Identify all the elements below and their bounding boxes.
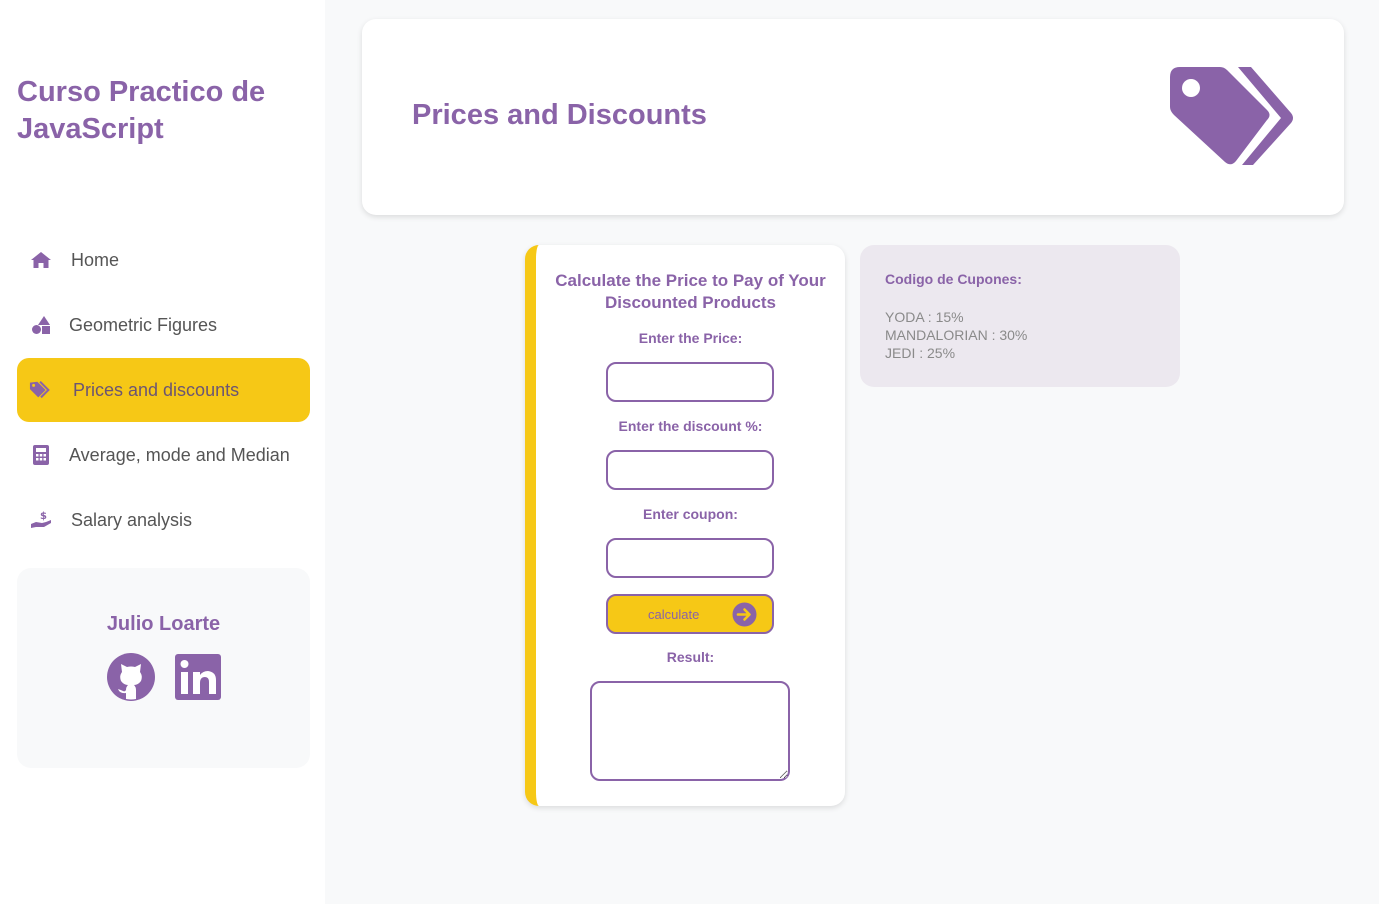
coupon-input[interactable] [606,538,774,578]
nav-item-label: Home [71,249,120,270]
coupon-list: YODA : 15% MANDALORIAN : 30% JEDI : 25% [885,308,1027,362]
result-label: Result: [666,649,715,665]
tags-icon [1168,65,1296,169]
coupon-item: MANDALORIAN : 30% [885,327,1028,343]
nav-item-label: Average, mode and Median [69,444,290,465]
github-icon[interactable] [106,652,156,702]
nav-item-label: Salary analysis [71,509,193,530]
calculate-button[interactable]: calculate [606,594,774,634]
coupon-codes-card: Codigo de Cupones: YODA : 15% MANDALORIA… [860,245,1180,387]
page-title: Prices and Discounts [412,99,707,131]
coupon-item: YODA : 15% [885,309,964,325]
price-input[interactable] [606,362,774,402]
coupon-item: JEDI : 25% [885,345,956,361]
coupon-title: Codigo de Cupones: [885,271,1022,287]
price-label: Enter the Price: [638,330,743,346]
hand-money-icon: $ [29,508,53,532]
discount-form-card: Calculate the Price to Pay of Your Disco… [525,245,845,806]
tags-icon [29,378,53,402]
shapes-icon [29,313,53,337]
nav-item-prices-and-discounts[interactable]: Prices and discounts [17,358,310,422]
nav-item-geometric-figures[interactable]: Geometric Figures [17,293,310,357]
nav-item-salary-analysis[interactable]: $ Salary analysis [17,488,310,552]
form-title: Calculate the Price to Pay of Your Disco… [555,271,826,312]
linkedin-icon[interactable] [173,652,223,702]
profile-name: Julio Loarte [106,613,221,635]
sidebar: Curso Practico de JavaScript Home Geomet… [0,0,325,904]
svg-text:$: $ [40,511,47,522]
home-icon [29,248,53,272]
app-title: Curso Practico de JavaScript [17,76,266,145]
nav-item-label: Geometric Figures [69,314,218,335]
discount-input[interactable] [606,450,774,490]
nav-item-home[interactable]: Home [17,228,310,292]
calculate-button-label: calculate [648,607,700,622]
profile-card: Julio Loarte [17,568,310,768]
arrow-right-circle-icon [732,602,757,627]
calculator-icon [29,443,53,467]
result-output[interactable] [590,681,790,781]
coupon-label: Enter coupon: [643,506,738,522]
page-header: Prices and Discounts [362,19,1344,215]
discount-label: Enter the discount %: [618,418,763,434]
nav-item-label: Prices and discounts [73,379,240,400]
nav-item-average-mode-median[interactable]: Average, mode and Median [17,423,310,487]
